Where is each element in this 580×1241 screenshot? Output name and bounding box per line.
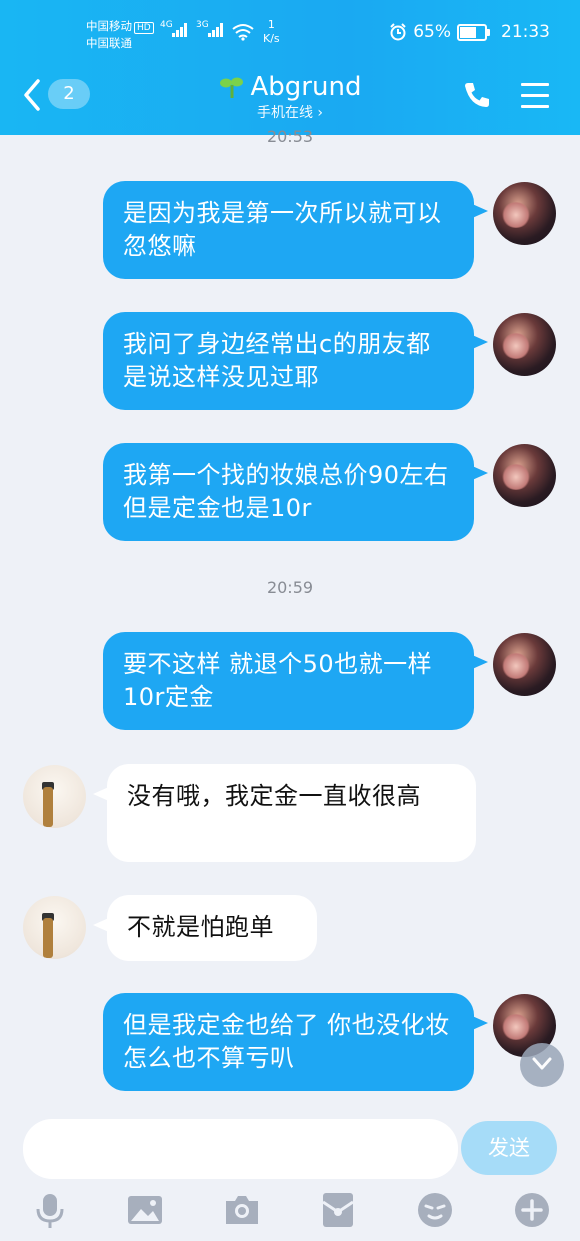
avatar[interactable] (493, 633, 556, 696)
alarm-icon (390, 23, 406, 41)
hd-badge: HD (134, 22, 154, 34)
avatar[interactable] (23, 896, 86, 959)
phone-icon[interactable] (462, 80, 492, 110)
status-right: 65% 21:33 (389, 22, 550, 42)
avatar[interactable] (493, 182, 556, 245)
microphone-icon[interactable] (30, 1190, 70, 1230)
message-bubble-sent[interactable]: 我第一个找的妆娘总价90左右但是定金也是10r (103, 443, 488, 541)
speed-unit: K/s (263, 32, 280, 45)
contact-title[interactable]: Abgrund 手机在线 › (0, 72, 580, 123)
camera-icon[interactable] (222, 1190, 262, 1230)
message-bubble-sent[interactable]: 要不这样 就退个50也就一样10r定金 (103, 632, 488, 730)
speed-value: 1 (267, 18, 275, 31)
signal-icon (172, 23, 190, 37)
wifi-icon (232, 24, 254, 41)
scroll-to-bottom-button[interactable] (520, 1043, 564, 1087)
net-type-1: 4G (160, 20, 173, 30)
battery-percent: 65% (413, 22, 451, 42)
send-button[interactable]: 发送 (461, 1121, 557, 1175)
red-packet-icon[interactable] (318, 1190, 358, 1230)
carrier-1: 中国移动 (86, 19, 132, 33)
chevron-down-icon (532, 1057, 552, 1070)
net-type-2: 3G (196, 20, 209, 30)
carrier-2: 中国联通 (86, 36, 132, 50)
clock: 21:33 (501, 22, 550, 42)
signal-icon-2 (208, 23, 226, 37)
contact-status: 手机在线 › (256, 105, 324, 121)
message-input[interactable] (23, 1119, 458, 1179)
menu-icon[interactable] (521, 83, 549, 116)
status-bar: 中国移动 HD 中国联通 4G 3G 1 K/s 65% 21:33 (0, 16, 580, 52)
network-speed: 1 K/s (263, 18, 280, 46)
message-bubble-sent[interactable]: 是因为我是第一次所以就可以忽悠嘛 (103, 181, 488, 279)
chat-header: 中国移动 HD 中国联通 4G 3G 1 K/s 65% 21:33 2 Abg… (0, 0, 580, 135)
message-bubble-sent[interactable]: 我问了身边经常出c的朋友都是说这样没见过耶 (103, 312, 488, 410)
image-icon[interactable] (125, 1190, 165, 1230)
message-bubble-received[interactable]: 不就是怕跑单 (93, 895, 317, 961)
message-bubble-sent[interactable]: 但是我定金也给了 你也没化妆 怎么也不算亏叭 (103, 993, 488, 1091)
emoji-icon[interactable] (415, 1190, 455, 1230)
input-toolbar (0, 1180, 580, 1241)
avatar[interactable] (493, 444, 556, 507)
battery-icon (457, 23, 490, 41)
sprout-icon (219, 77, 243, 98)
carrier-info: 中国移动 HD 中国联通 (86, 18, 154, 52)
timestamp: 20:53 (266, 127, 314, 146)
avatar[interactable] (23, 765, 86, 828)
timestamp: 20:59 (266, 578, 314, 597)
avatar[interactable] (493, 313, 556, 376)
contact-name: Abgrund (250, 72, 362, 102)
message-bubble-received[interactable]: 没有哦，我定金一直收很高 (93, 764, 476, 862)
plus-icon[interactable] (512, 1190, 552, 1230)
